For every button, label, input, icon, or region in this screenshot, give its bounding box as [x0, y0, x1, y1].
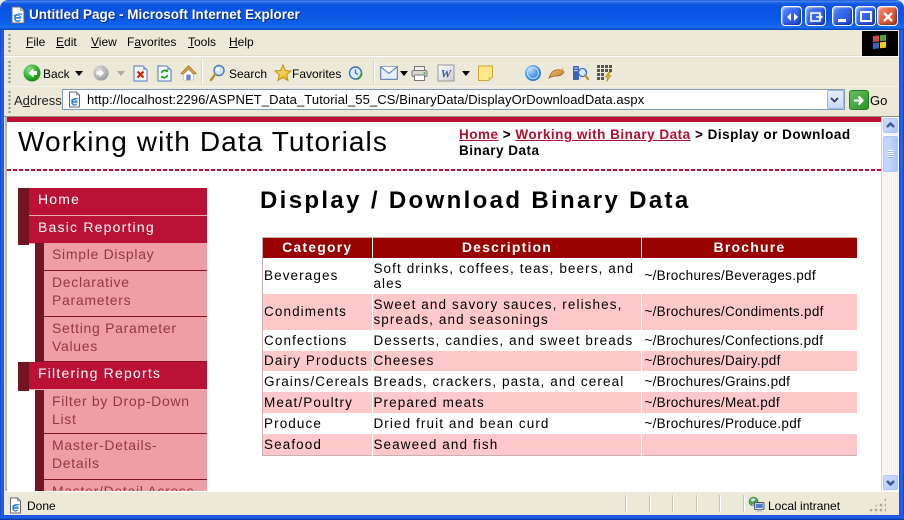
svg-text:W: W: [441, 67, 453, 81]
